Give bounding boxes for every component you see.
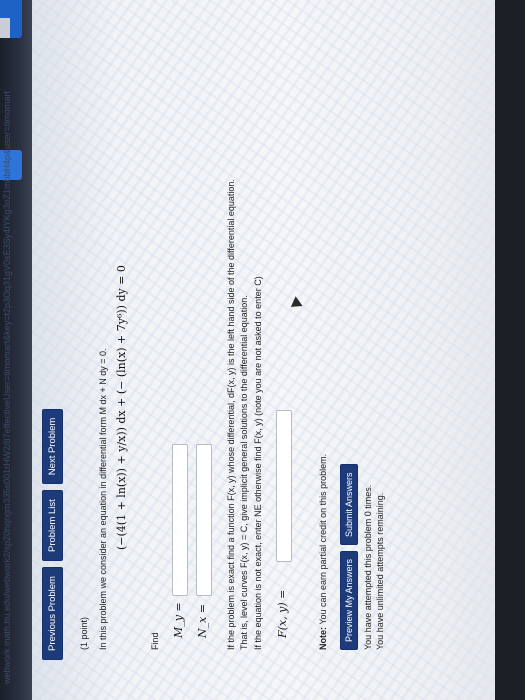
nx-label: N_x = [196,603,209,638]
not-exact-instructions: If the equation is not exact, enter NE o… [253,276,263,650]
rotated-screen: webwork.math.ttu.edu/webwork2/sp20hqngm3… [0,0,525,700]
note-label: Note: [318,627,328,650]
find-label: Find [150,632,160,650]
submit-answers-button[interactable]: Submit Answers [340,464,358,545]
address-bar[interactable]: webwork.math.ttu.edu/webwork2/sp20hqngm3… [2,91,16,684]
chromeos-shelf: 10 [495,0,525,700]
my-input[interactable] [172,444,188,596]
exact-instructions: If the problem is exact find a function … [225,130,251,650]
f-label: F(x, y) = [276,589,289,638]
attempts-text: You have attempted this problem 0 times. [363,484,373,650]
problem-list-button[interactable]: Problem List [42,490,63,562]
previous-problem-button[interactable]: Previous Problem [42,567,63,660]
points-label: (1 point) [79,616,89,650]
partial-credit-note: Note: You can earn partial credit on thi… [318,454,328,650]
f-input[interactable] [276,410,292,562]
mouse-cursor-icon [287,296,303,312]
intro-text: In this problem we consider an equation … [98,348,108,651]
note-text: You can earn partial credit on this prob… [318,453,328,625]
webwork-page: webwork.math.ttu.edu/webwork2/sp20hqngm3… [0,0,525,700]
problem-nav: Previous Problem Problem List Next Probl… [42,408,63,660]
differential-equation: (−(4(1 + ln(x)) + y/x)) dx + (− (ln(x) +… [115,265,128,550]
exact-text-1: If the problem is exact find a function … [226,179,236,650]
exact-text-2: That is, level curves F(x, y) = C, give … [239,295,249,650]
preview-answers-button[interactable]: Preview My Answers [340,550,358,650]
nx-input[interactable] [196,444,212,596]
url-text: webwork.math.ttu.edu/webwork2/sp20hqngm3… [2,91,12,684]
answer-buttons: Preview My Answers Submit Answers [340,464,358,650]
problem-intro: (1 point) In this problem we consider an… [78,130,116,651]
attempts-info: You have attempted this problem 0 times.… [362,485,386,650]
my-label: M_y = [172,602,185,638]
remaining-text: You have unlimited attempts remaining. [375,492,385,650]
next-problem-button[interactable]: Next Problem [42,408,63,485]
